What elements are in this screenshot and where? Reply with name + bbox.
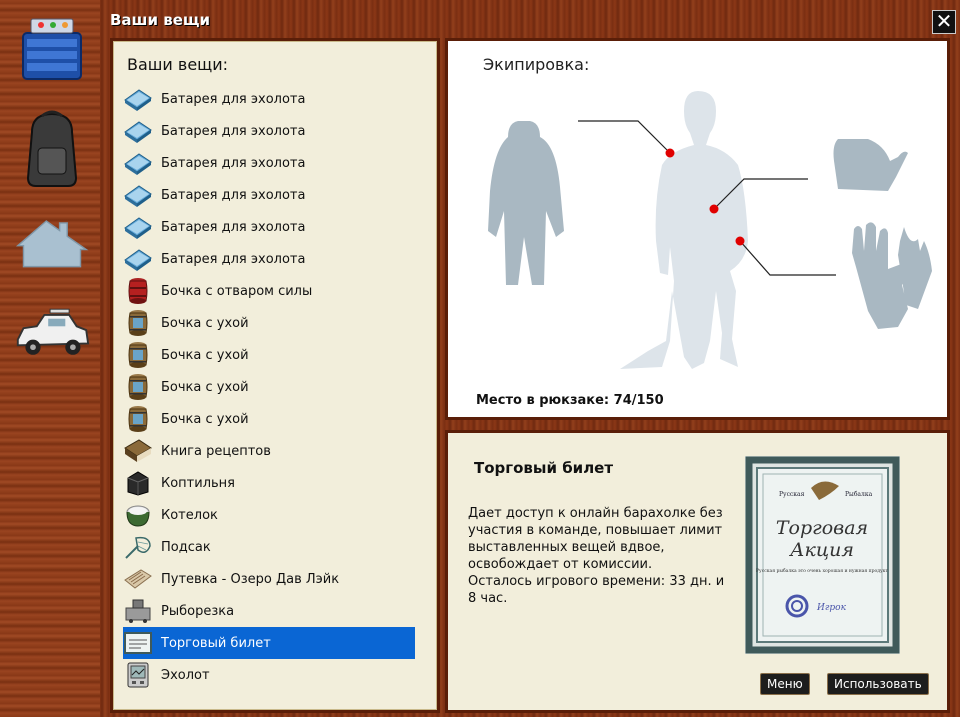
slot-marker-jacket	[665, 148, 675, 158]
slot-marker-mittens	[709, 204, 719, 214]
use-button[interactable]: Использовать	[827, 673, 929, 695]
item-title: Торговый билет	[474, 459, 614, 477]
car-button[interactable]	[14, 292, 90, 372]
barrel-icon	[123, 405, 153, 433]
voucher-icon	[123, 565, 153, 593]
inventory-item-label: Бочка с отваром силы	[161, 283, 313, 299]
inventory-item[interactable]: Эхолот	[123, 659, 415, 691]
close-button[interactable]: ✕	[932, 10, 956, 34]
barrel-icon	[123, 373, 153, 401]
inventory-item[interactable]: Бочка с ухой	[123, 307, 415, 339]
item-description-text: Дает доступ к онлайн барахолке без участ…	[468, 506, 723, 572]
item-description: Дает доступ к онлайн барахолке без участ…	[468, 505, 736, 607]
house-icon	[15, 220, 89, 268]
landing-net-icon	[123, 533, 153, 561]
book-icon	[123, 437, 153, 465]
battery-icon	[123, 245, 153, 273]
window-titlebar: Ваши вещи	[110, 10, 210, 34]
battery-icon	[123, 117, 153, 145]
item-time-left: Осталось игрового времени: 33 дн. и 8 ча…	[468, 574, 725, 606]
barrel-icon	[123, 309, 153, 337]
inventory-panel: Ваши вещи: Батарея для эхолота Батарея дл…	[110, 38, 440, 713]
inventory-item-label: Коптильня	[161, 475, 235, 491]
inventory-item-label: Бочка с ухой	[161, 347, 249, 363]
inventory-item[interactable]: Батарея для эхолота	[123, 83, 415, 115]
equipment-panel: Экипировка: Место в рюкзаке: 74/150	[445, 38, 950, 420]
inventory-item-label: Батарея для эхолота	[161, 155, 306, 171]
inventory-item-label: Котелок	[161, 507, 218, 523]
tackle-box-icon	[22, 18, 82, 80]
inventory-item-label: Эхолот	[161, 667, 210, 683]
smokehouse-icon	[123, 469, 153, 497]
body-silhouette	[620, 91, 748, 369]
svg-text:Рыбалка: Рыбалка	[845, 491, 873, 498]
svg-text:Русская рыбалка это очень хоро: Русская рыбалка это очень хорошая и нужн…	[756, 567, 888, 574]
inventory-item[interactable]: Путевка - Озеро Дав Лэйк	[123, 563, 415, 595]
inventory-item-label: Торговый билет	[161, 635, 271, 651]
svg-text:Русская: Русская	[779, 491, 805, 498]
backpack-icon	[26, 110, 78, 187]
item-details-panel: Торговый билет Дает доступ к онлайн бара…	[445, 430, 950, 713]
window-title: Ваши вещи	[110, 11, 210, 29]
menu-button[interactable]: Меню	[760, 673, 810, 695]
svg-text:Акция: Акция	[788, 539, 854, 561]
inventory-item-label: Бочка с ухой	[161, 315, 249, 331]
pot-icon	[123, 501, 153, 529]
ticket-image: Русская Рыбалка Торговая Акция Русская р…	[745, 456, 900, 654]
inventory-item[interactable]: Коптильня	[123, 467, 415, 499]
inventory-item-label: Книга рецептов	[161, 443, 271, 459]
inventory-item[interactable]: Бочка с отваром силы	[123, 275, 415, 307]
fish-cutter-icon	[123, 597, 153, 625]
car-icon	[16, 308, 90, 355]
barrel-icon	[123, 341, 153, 369]
inventory-item-label: Батарея для эхолота	[161, 251, 306, 267]
inventory-item[interactable]: Книга рецептов	[123, 435, 415, 467]
sidebar	[0, 0, 100, 717]
inventory-item[interactable]: Бочка с ухой	[123, 371, 415, 403]
jacket-silhouette	[488, 121, 564, 285]
inventory-item-label: Подсак	[161, 539, 211, 555]
ticket-icon	[123, 629, 153, 657]
inventory-item[interactable]: Батарея для эхолота	[123, 147, 415, 179]
backpack-button[interactable]	[14, 108, 90, 188]
house-button[interactable]	[14, 200, 90, 280]
inventory-item-label: Батарея для эхолота	[161, 91, 306, 107]
inventory-item[interactable]: Батарея для эхолота	[123, 179, 415, 211]
inventory-item-label: Батарея для эхолота	[161, 187, 306, 203]
slot-marker-gloves	[735, 236, 745, 246]
inventory-item-label: Рыборезка	[161, 603, 235, 619]
close-icon: ✕	[935, 9, 953, 33]
inventory-item-label: Путевка - Озеро Дав Лэйк	[161, 571, 340, 587]
inventory-title: Ваши вещи:	[127, 55, 229, 74]
inventory-item[interactable]: Рыборезка	[123, 595, 415, 627]
battery-icon	[123, 181, 153, 209]
battery-icon	[123, 213, 153, 241]
inventory-item-label: Батарея для эхолота	[161, 219, 306, 235]
inventory-item[interactable]: Торговый билет	[123, 627, 415, 659]
inventory-list: Батарея для эхолота Батарея для эхолота Ба…	[123, 83, 415, 691]
equipment-figure	[488, 91, 932, 369]
inventory-item[interactable]: Батарея для эхолота	[123, 211, 415, 243]
svg-text:Торговая: Торговая	[776, 517, 868, 539]
inventory-item[interactable]: Батарея для эхолота	[123, 243, 415, 275]
battery-icon	[123, 149, 153, 177]
inventory-item[interactable]: Батарея для эхолота	[123, 115, 415, 147]
gloves-silhouette	[852, 222, 932, 329]
tackle-box-button[interactable]	[14, 8, 90, 88]
echo-sounder-icon	[123, 661, 153, 689]
inventory-item[interactable]: Котелок	[123, 499, 415, 531]
red-barrel-icon	[123, 277, 153, 305]
inventory-item-label: Бочка с ухой	[161, 379, 249, 395]
inventory-item[interactable]: Бочка с ухой	[123, 403, 415, 435]
inventory-item[interactable]: Подсак	[123, 531, 415, 563]
inventory-item[interactable]: Бочка с ухой	[123, 339, 415, 371]
svg-text:Игрок: Игрок	[816, 603, 847, 613]
backpack-capacity: Место в рюкзаке: 74/150	[476, 393, 664, 408]
inventory-item-label: Бочка с ухой	[161, 411, 249, 427]
mitten-silhouette	[833, 139, 908, 191]
battery-icon	[123, 85, 153, 113]
inventory-item-label: Батарея для эхолота	[161, 123, 306, 139]
